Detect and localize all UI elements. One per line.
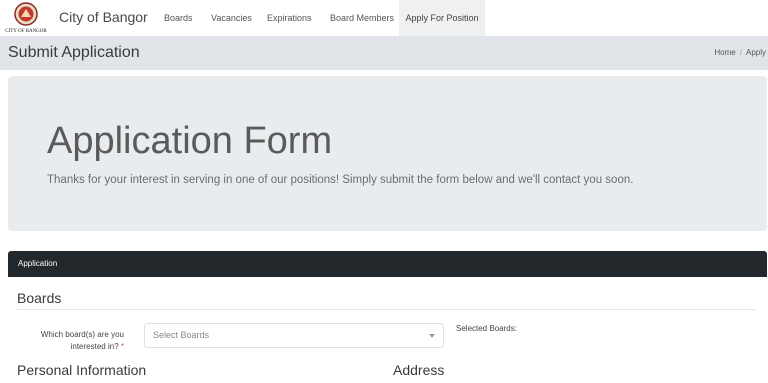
nav-boards[interactable]: Boards [164, 0, 193, 36]
boards-question-text: Which board(s) are you interested in? [40, 330, 124, 351]
address-section-title: Address [393, 362, 445, 378]
logo-text: CITY OF BANGOR [5, 29, 47, 34]
hero-lead-text: Thanks for your interest in serving in o… [47, 174, 634, 186]
nav-expirations[interactable]: Expirations [267, 0, 312, 36]
city-seal-logo[interactable]: CITY OF BANGOR [2, 1, 50, 35]
breadcrumb-apply: Apply [745, 48, 766, 57]
personal-info-section-title: Personal Information [17, 362, 147, 378]
page-header-bar: Submit Application Home / Apply [0, 36, 768, 70]
boards-section-title: Boards [17, 290, 62, 306]
card-header-title: Application [18, 259, 58, 268]
select-boards-placeholder: Select Boards [153, 330, 210, 340]
boards-question-label: Which board(s) are you interested in? * [20, 329, 124, 353]
nav-vacancies[interactable]: Vacancies [211, 0, 252, 36]
chevron-down-icon [429, 334, 435, 338]
breadcrumb-separator: / [739, 48, 742, 57]
hero-title: Application Form [47, 120, 333, 162]
nav-apply-for-position[interactable]: Apply For Position [399, 0, 485, 36]
breadcrumb-home[interactable]: Home [714, 48, 735, 57]
city-seal-icon: CITY OF BANGOR [5, 2, 47, 34]
section-divider [17, 309, 756, 310]
application-jumbotron: Application Form Thanks for your interes… [8, 76, 767, 231]
breadcrumb: Home / Apply [714, 48, 766, 57]
required-asterisk: * [120, 342, 124, 351]
select-boards-dropdown[interactable]: Select Boards [144, 323, 444, 348]
application-card-header: Application [8, 251, 767, 277]
brand-name[interactable]: City of Bangor [59, 9, 148, 25]
top-navbar: CITY OF BANGOR City of Bangor Boards Vac… [0, 0, 768, 37]
nav-board-members[interactable]: Board Members [330, 0, 394, 36]
selected-boards-label: Selected Boards: [456, 324, 517, 333]
page-title: Submit Application [8, 44, 140, 61]
